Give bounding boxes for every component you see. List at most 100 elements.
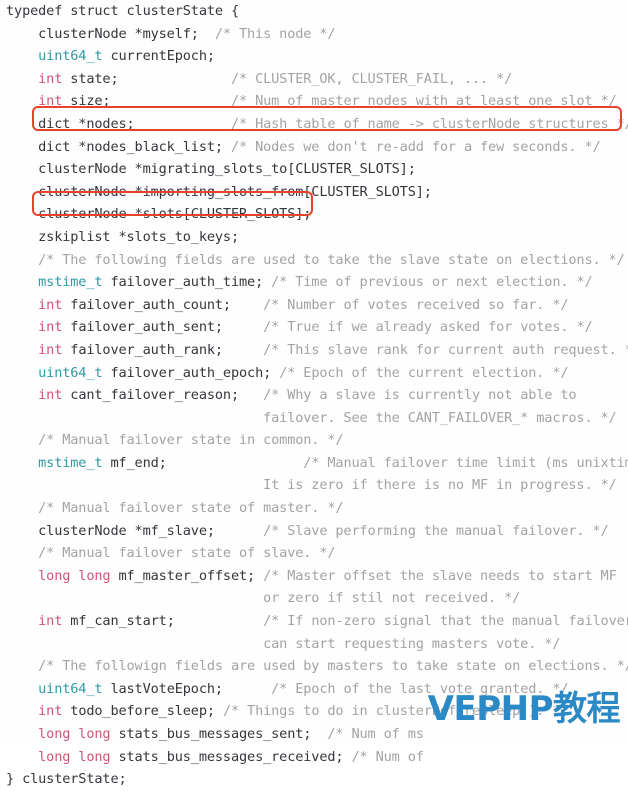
- code-line: clusterNode *slots[CLUSTER_SLOTS];: [0, 203, 628, 226]
- code-token-plain: failover_auth_sent;: [62, 319, 264, 336]
- code-line: clusterNode *migrating_slots_to[CLUSTER_…: [0, 158, 628, 181]
- code-line: or zero if stil not received. */: [0, 587, 628, 610]
- code-token-kw: int: [6, 70, 63, 87]
- code-token-type: uint64_t: [6, 48, 103, 65]
- code-line: uint64_t currentEpoch;: [0, 45, 628, 68]
- code-token-cmt: /* CLUSTER_OK, CLUSTER_FAIL, ... */: [230, 70, 513, 87]
- code-line: int failover_auth_count; /* Number of vo…: [0, 294, 628, 317]
- code-line: long long mf_master_offset; /* Master of…: [0, 565, 628, 588]
- code-token-kw: int: [6, 319, 63, 336]
- code-line: /* Manual failover state of master. */: [0, 497, 628, 520]
- code-token-plain: stats_bus_messages_sent;: [110, 726, 328, 742]
- code-token-cmt: /* Num of: [351, 748, 424, 765]
- code-line: uint64_t failover_auth_epoch; /* Epoch o…: [0, 362, 628, 385]
- code-line: dict *nodes_black_list; /* Nodes we don'…: [0, 136, 628, 159]
- code-token-cmt: /* This slave rank for current auth requ…: [263, 341, 628, 358]
- code-token-cmt: /* Number of votes received so far. */: [263, 296, 569, 313]
- code-token-plain: } clusterState;: [6, 771, 127, 788]
- code-token-plain: size;: [62, 93, 231, 110]
- code-token-cmt: /* If non-zero signal that the manual fa…: [263, 613, 628, 630]
- code-line: mstime_t mf_end; /* Manual failover time…: [0, 452, 628, 475]
- code-line: clusterNode *mf_slave; /* Slave performi…: [0, 520, 628, 543]
- code-token-plain: zskiplist *slots_to_keys;: [6, 228, 239, 245]
- code-token-cmt: /* Epoch of the current election. */: [279, 364, 569, 381]
- code-body[interactable]: typedef struct clusterState { clusterNod…: [0, 0, 628, 791]
- code-token-plain: dict *nodes;: [6, 115, 231, 132]
- code-token-cmt: /* Time of previous or next election. */: [271, 274, 593, 291]
- code-token-plain: cant_failover_reason;: [62, 387, 264, 404]
- code-token-type: mstime_t: [6, 274, 103, 291]
- code-token-cmt: or zero if stil not received. */: [6, 590, 521, 607]
- code-line: int mf_can_start; /* If non-zero signal …: [0, 610, 628, 633]
- code-token-plain: clusterNode *myself;: [6, 25, 215, 42]
- code-token-kw: int: [6, 387, 63, 404]
- code-token-cmt: /* The following fields are used to take…: [6, 251, 625, 268]
- code-line: clusterNode *myself; /* This node */: [0, 23, 628, 46]
- code-line: } clusterState;: [0, 768, 628, 791]
- watermark: VEPHP教程: [427, 689, 621, 729]
- code-token-kw: int: [6, 703, 63, 720]
- code-line: dict *nodes; /* Hash table of name -> cl…: [0, 113, 628, 136]
- code-token-cmt: failover. See the CANT_FAILOVER_* macros…: [6, 409, 617, 426]
- code-token-cmt: It is zero if there is no MF in progress…: [6, 477, 617, 494]
- code-line: int failover_auth_rank; /* This slave ra…: [0, 339, 628, 362]
- code-token-plain: failover_auth_time;: [102, 274, 272, 291]
- code-line: long long stats_bus_messages_received; /…: [0, 746, 628, 769]
- code-token-plain: stats_bus_messages_received;: [110, 748, 352, 765]
- code-token-cmt: /* Manual failover state in common. */: [6, 432, 344, 449]
- code-line: typedef struct clusterState {: [0, 0, 628, 23]
- code-token-cmt: /* Why a slave is currently not able to: [263, 387, 577, 404]
- code-token-plain: currentEpoch;: [102, 48, 215, 65]
- code-token-type: mstime_t: [6, 454, 103, 471]
- code-token-cmt: /* This node */: [214, 25, 336, 42]
- code-line: failover. See the CANT_FAILOVER_* macros…: [0, 407, 628, 430]
- code-token-type: uint64_t: [6, 680, 103, 697]
- code-token-plain: mf_master_offset;: [110, 567, 264, 584]
- code-line: zskiplist *slots_to_keys;: [0, 226, 628, 249]
- code-line: /* The following fields are used to take…: [0, 249, 628, 272]
- code-line: int size; /* Num of master nodes with at…: [0, 90, 628, 113]
- code-token-kw: int: [6, 296, 63, 313]
- code-token-cmt: /* Num of ms: [327, 726, 424, 742]
- code-token-kw: long long: [6, 748, 111, 765]
- code-token-cmt: /* Hash table of name -> clusterNode str…: [230, 115, 628, 132]
- code-token-type: uint64_t: [6, 364, 103, 381]
- code-token-kw: long long: [6, 567, 111, 584]
- code-token-cmt: /* True if we already asked for votes. *…: [263, 319, 593, 336]
- code-token-plain: clusterNode *slots[CLUSTER_SLOTS];: [6, 206, 312, 223]
- code-token-plain: state;: [62, 70, 231, 87]
- code-line: can start requesting masters vote. */: [0, 633, 628, 656]
- code-line: int state; /* CLUSTER_OK, CLUSTER_FAIL, …: [0, 68, 628, 91]
- code-token-plain: clusterNode *mf_slave;: [6, 522, 264, 539]
- code-token-kw: int: [6, 613, 63, 630]
- code-line: It is zero if there is no MF in progress…: [0, 474, 628, 497]
- code-token-cmt: /* Manual failover state of master. */: [6, 500, 344, 517]
- code-token-cmt: /* Nodes we don't re-add for a few secon…: [230, 138, 601, 155]
- code-token-cmt: /* Master offset the slave needs to star…: [263, 567, 617, 584]
- code-token-cmt: /* Manual failover time limit (ms unixti…: [303, 454, 628, 471]
- code-line: clusterNode *importing_slots_from[CLUSTE…: [0, 181, 628, 204]
- code-token-plain: clusterNode *migrating_slots_to[CLUSTER_…: [6, 161, 416, 178]
- code-token-plain: failover_auth_count;: [62, 296, 264, 313]
- code-listing: typedef struct clusterState { clusterNod…: [0, 0, 628, 787]
- code-token-plain: mf_end;: [102, 454, 304, 471]
- code-token-plain: todo_before_sleep;: [62, 703, 223, 720]
- code-token-plain: typedef struct clusterState {: [6, 3, 239, 19]
- code-token-plain: failover_auth_rank;: [62, 341, 264, 358]
- code-line: /* Manual failover state of slave. */: [0, 542, 628, 565]
- code-token-plain: dict *nodes_black_list;: [6, 138, 231, 155]
- code-token-cmt: can start requesting masters vote. */: [6, 635, 561, 652]
- code-line: int cant_failover_reason; /* Why a slave…: [0, 384, 628, 407]
- code-line: /* The followign fields are used by mast…: [0, 655, 628, 678]
- code-line: /* Manual failover state in common. */: [0, 429, 628, 452]
- code-token-plain: lastVoteEpoch;: [102, 680, 272, 697]
- code-token-cmt: /* Num of master nodes with at least one…: [230, 93, 617, 110]
- code-token-kw: int: [6, 93, 63, 110]
- code-token-kw: long long: [6, 726, 111, 742]
- code-token-cmt: /* Slave performing the manual failover.…: [263, 522, 609, 539]
- code-token-kw: int: [6, 341, 63, 358]
- code-token-plain: mf_can_start;: [62, 613, 264, 630]
- code-token-cmt: /* The followign fields are used by mast…: [6, 658, 628, 675]
- code-token-cmt: /* Manual failover state of slave. */: [6, 545, 336, 562]
- code-token-plain: clusterNode *importing_slots_from[CLUSTE…: [6, 183, 432, 200]
